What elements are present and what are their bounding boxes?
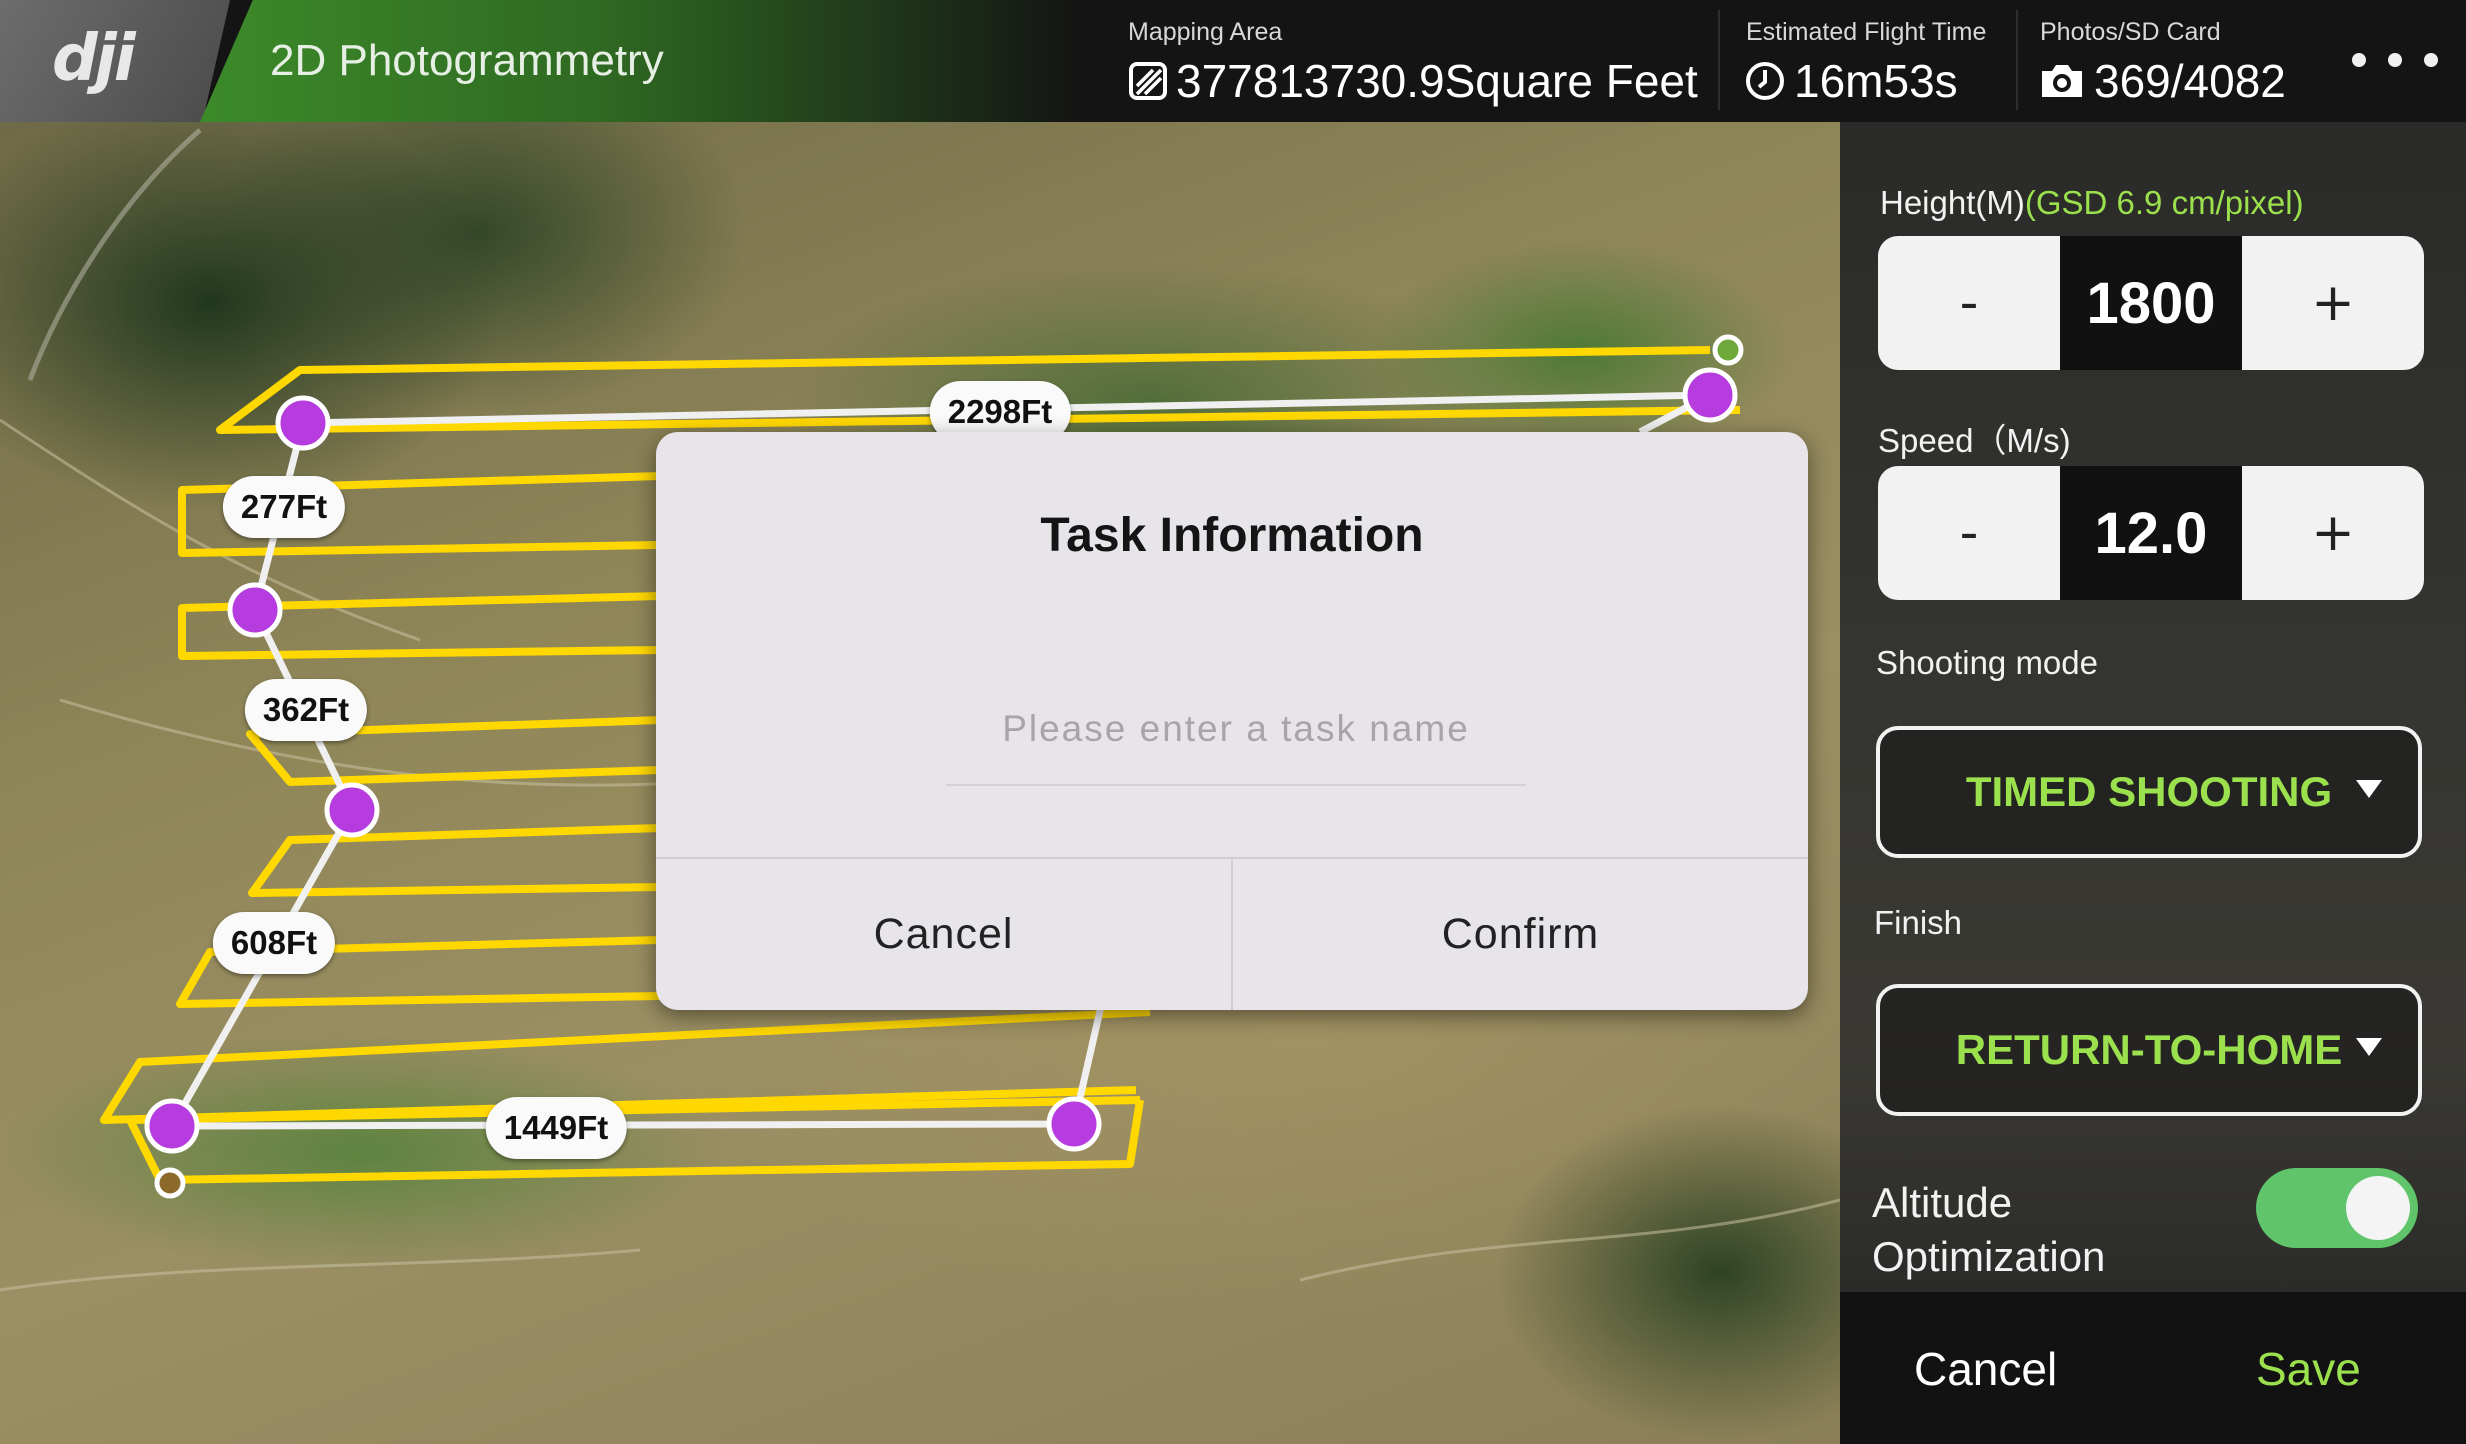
altitude-optimization-label-line1: Altitude [1872,1179,2013,1226]
panel-cancel-button[interactable]: Cancel [1914,1342,2057,1396]
mapping-area-label: Mapping Area [1128,18,1283,46]
speed-decrease-button[interactable]: - [1878,466,2060,600]
start-point[interactable] [1712,334,1744,366]
altitude-optimization-label-line2: Optimization [1872,1233,2106,1280]
input-underline [946,784,1526,786]
logo-block: dji [0,0,230,122]
flight-time-label: Estimated Flight Time [1746,18,1987,46]
task-name-input[interactable] [946,694,1526,764]
gsd-value: (GSD 6.9 cm/pixel) [2024,184,2304,221]
distance-label: 608Ft [212,912,336,974]
finish-action-select[interactable]: RETURN-TO-HOME [1876,984,2422,1116]
flight-time-value: 16m53s [1794,55,1958,107]
finish-action-value: RETURN-TO-HOME [1955,1026,2343,1073]
panel-save-button[interactable]: Save [2256,1342,2361,1396]
stat-divider [2016,10,2018,110]
shooting-mode-value: TIMED SHOOTING [1965,768,2333,815]
speed-increase-button[interactable]: + [2242,466,2424,600]
speed-label: Speed（M/s) [1878,422,2071,459]
waypoint[interactable] [1682,367,1738,423]
waypoint[interactable] [144,1098,200,1154]
more-horizontal-icon[interactable] [2352,40,2438,80]
photos-value: 369/4082 [2094,55,2286,107]
parameter-panel: Height(M)(GSD 6.9 cm/pixel) - 1800 + Spe… [1840,122,2466,1444]
mapping-area-value-group: 377813730.9Square Feet [1128,54,1698,108]
altitude-optimization-label: Altitude Optimization [1872,1176,2105,1284]
mission-type-title: 2D Photogrammetry [270,36,664,85]
height-value[interactable]: 1800 [2060,236,2242,370]
task-information-dialog: Task Information Cancel Confirm [656,432,1808,1010]
mapping-area-value: 377813730.9Square Feet [1176,55,1698,107]
height-label-row: Height(M)(GSD 6.9 cm/pixel) [1880,184,2304,222]
height-stepper: - 1800 + [1878,236,2424,370]
end-point[interactable] [154,1167,186,1199]
waypoint[interactable] [227,582,283,638]
speed-stepper: - 12.0 + [1878,466,2424,600]
shooting-mode-label: Shooting mode [1876,644,2098,681]
shooting-mode-select[interactable]: TIMED SHOOTING [1876,726,2422,858]
area-hatch-icon [1129,62,1167,100]
finish-label: Finish [1874,904,1963,941]
distance-label: 1449Ft [485,1097,627,1159]
dji-logo: dji [52,22,136,96]
dialog-title: Task Information [1040,509,1424,562]
photos-value-group: 369/4082 [2038,54,2286,108]
clock-icon [1746,62,1784,100]
dialog-cancel-button[interactable]: Cancel [656,859,1231,1010]
camera-icon [2042,65,2082,97]
altitude-optimization-toggle[interactable] [2256,1168,2418,1248]
distance-label: 277Ft [222,476,346,538]
top-bar: dji 2D Photogrammetry Mapping Area 37781… [0,0,2466,122]
photos-label: Photos/SD Card [2040,18,2221,46]
toggle-knob [2346,1176,2410,1240]
panel-footer: Cancel Save [1840,1292,2466,1444]
stat-divider [1718,10,1720,110]
dropdown-caret-icon [2356,1038,2382,1056]
height-label: Height(M) [1880,184,2025,221]
waypoint[interactable] [275,395,331,451]
dialog-confirm-button[interactable]: Confirm [1233,859,1808,1010]
distance-label: 362Ft [244,679,368,741]
height-decrease-button[interactable]: - [1878,236,2060,370]
height-increase-button[interactable]: + [2242,236,2424,370]
speed-value[interactable]: 12.0 [2060,466,2242,600]
dropdown-caret-icon [2356,780,2382,798]
flight-time-value-group: 16m53s [1744,54,1958,108]
waypoint[interactable] [324,782,380,838]
waypoint[interactable] [1046,1096,1102,1152]
